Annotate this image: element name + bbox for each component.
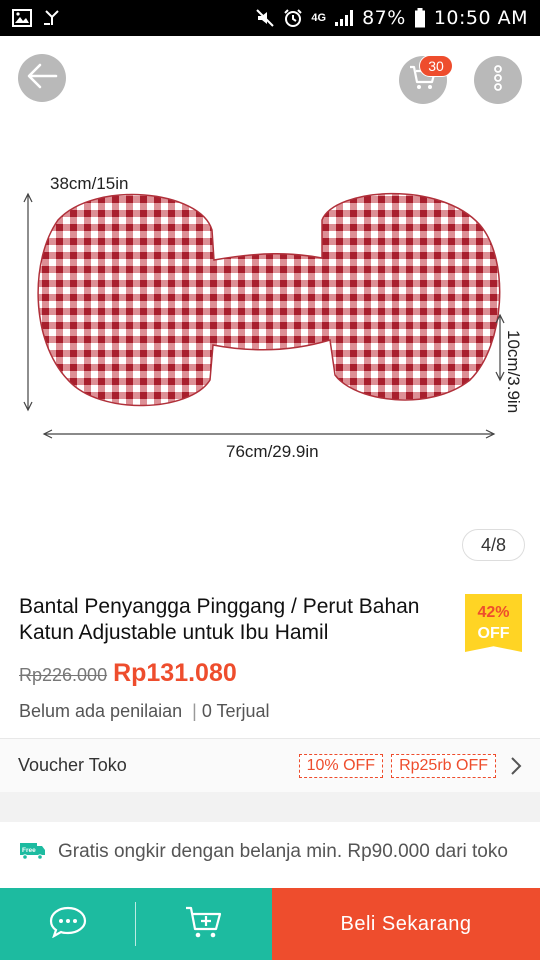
- status-bar: 4G 87% 10:50 AM: [0, 0, 540, 36]
- sale-price: Rp131.080: [113, 659, 237, 687]
- discount-off-label: OFF: [477, 625, 510, 642]
- rating-text: Belum ada penilaian: [19, 701, 183, 721]
- clock: 10:50 AM: [433, 7, 528, 29]
- price-row: Rp226.000 Rp131.080: [19, 659, 237, 688]
- more-options-button[interactable]: [474, 56, 522, 104]
- more-vertical-icon: [493, 64, 503, 96]
- discount-badge: 42% OFF: [465, 594, 522, 652]
- chat-button[interactable]: [0, 888, 136, 960]
- chat-icon: [49, 906, 87, 943]
- bottom-divider: [135, 902, 136, 946]
- sold-count: 0 Terjual: [201, 701, 270, 721]
- back-button[interactable]: [18, 54, 66, 102]
- network-type: 4G: [311, 12, 327, 24]
- rating-separator: |: [192, 701, 197, 721]
- voucher-tags: 10% OFF Rp25rb OFF: [298, 753, 496, 778]
- signal-icon: [334, 9, 354, 27]
- alarm-icon: [283, 8, 303, 28]
- free-icon-text: Free: [22, 847, 36, 854]
- mute-icon: [255, 8, 275, 28]
- product-image[interactable]: 38cm/15in 10cm/3.9in 76cm/29.9in: [0, 140, 540, 560]
- bottom-action-bar: Beli Sekarang: [0, 888, 540, 960]
- section-divider: [0, 792, 540, 822]
- free-shipping-truck-icon: Free: [20, 842, 46, 892]
- voucher-tag[interactable]: 10% OFF: [298, 753, 384, 778]
- sync-notification-icon: [42, 8, 62, 28]
- free-shipping-text: Gratis ongkir dengan belanja min. Rp90.0…: [58, 841, 508, 862]
- image-counter: 4/8: [462, 529, 525, 561]
- gallery-notification-icon: [12, 9, 32, 27]
- voucher-label: Voucher Toko: [18, 755, 127, 775]
- product-title: Bantal Penyangga Pinggang / Perut Bahan …: [19, 595, 420, 644]
- chevron-right-icon[interactable]: [510, 756, 522, 776]
- battery-icon: [414, 8, 426, 28]
- original-price: Rp226.000: [19, 665, 108, 685]
- discount-percent: 42%: [477, 604, 510, 621]
- add-to-cart-button[interactable]: [136, 888, 272, 960]
- cart-count-badge: 30: [419, 55, 453, 77]
- arrow-left-icon: [26, 62, 58, 95]
- battery-percent: 87%: [362, 7, 406, 29]
- buy-now-button[interactable]: Beli Sekarang: [272, 888, 540, 960]
- rating-row: Belum ada penilaian | 0 Terjual: [19, 701, 270, 722]
- free-shipping-row[interactable]: Free Gratis ongkir dengan belanja min. R…: [0, 822, 540, 892]
- add-to-cart-icon: [185, 905, 223, 944]
- voucher-tag[interactable]: Rp25rb OFF: [391, 753, 496, 778]
- dimension-top-label: 38cm/15in: [50, 174, 128, 193]
- dimension-bottom-label: 76cm/29.9in: [226, 442, 319, 461]
- dimension-side-label: 10cm/3.9in: [504, 330, 523, 413]
- voucher-row[interactable]: Voucher Toko 10% OFF Rp25rb OFF: [0, 738, 540, 792]
